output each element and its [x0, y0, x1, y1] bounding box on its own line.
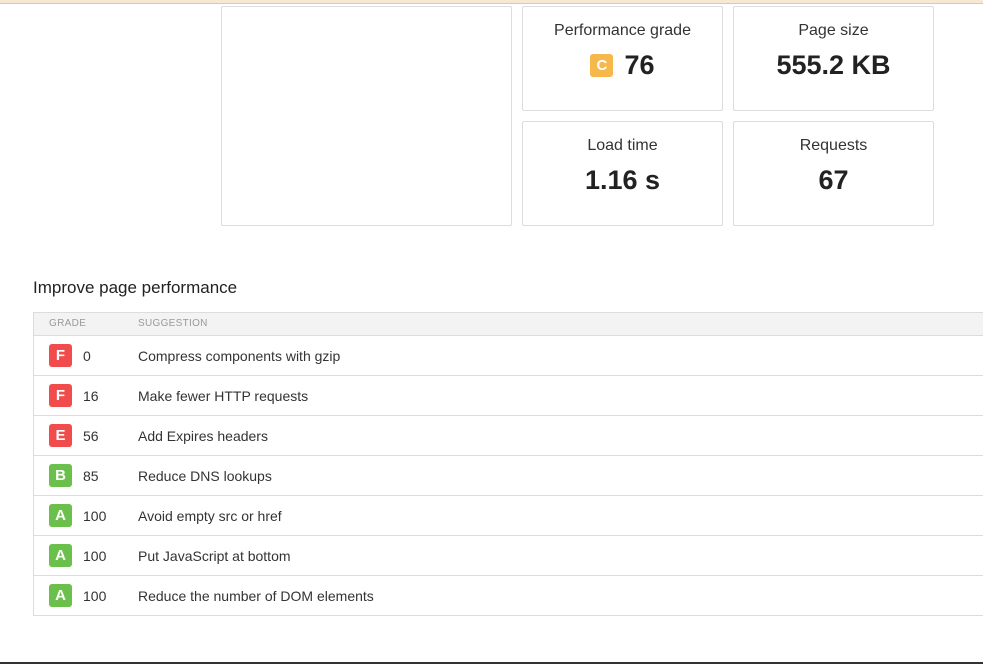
table-row[interactable]: A 100 Reduce the number of DOM elements [34, 576, 983, 615]
page-size-card: Page size 555.2 KB [733, 6, 934, 111]
table-row[interactable]: F 0 Compress components with gzip [34, 336, 983, 376]
load-time-card: Load time 1.16 s [522, 121, 723, 226]
suggestion-text: Reduce the number of DOM elements [138, 588, 374, 604]
suggestion-text: Add Expires headers [138, 428, 268, 444]
top-accent-bar [0, 0, 983, 4]
grade-badge: C [590, 53, 614, 77]
load-time-label: Load time [587, 137, 658, 154]
requests-value: 67 [818, 164, 849, 195]
page: Performance grade C 76 Page size 555.2 K… [0, 0, 983, 664]
suggestion-text: Compress components with gzip [138, 348, 341, 364]
grade-badge: A [49, 504, 72, 527]
performance-grade-value-group: C 76 [523, 48, 722, 82]
load-time-value: 1.16 s [584, 164, 661, 195]
grade-badge: F [49, 384, 72, 407]
grade-score: 100 [83, 588, 107, 604]
column-header-suggestion[interactable]: SUGGESTION [138, 318, 208, 329]
grade-score: 100 [83, 508, 107, 524]
grade-badge: F [49, 344, 72, 367]
grade-badge: B [49, 464, 72, 487]
grade-badge: A [49, 584, 72, 607]
performance-grade-card: Performance grade C 76 [522, 6, 723, 111]
requests-card: Requests 67 [733, 121, 934, 226]
section-title: Improve page performance [33, 278, 238, 297]
table-row[interactable]: F 16 Make fewer HTTP requests [34, 376, 983, 416]
page-screenshot-panel [221, 6, 512, 226]
column-header-grade[interactable]: GRADE [49, 318, 86, 329]
performance-grade-label: Performance grade [554, 22, 691, 39]
suggestion-text: Make fewer HTTP requests [138, 388, 309, 404]
performance-grade-value: 76 [624, 49, 655, 80]
grade-score: 100 [83, 548, 107, 564]
requests-label: Requests [799, 137, 868, 154]
table-body: F 0 Compress components with gzip F 16 Make f… [34, 336, 983, 615]
grade-badge: A [49, 544, 72, 567]
table-row[interactable]: A 100 Put JavaScript at bottom [34, 536, 983, 576]
table-row[interactable]: B 85 Reduce DNS lookups [34, 456, 983, 496]
grade-badge: E [49, 424, 72, 447]
suggestion-text: Avoid empty src or href [138, 508, 282, 524]
suggestion-text: Reduce DNS lookups [138, 468, 272, 484]
grade-score: 0 [83, 348, 91, 364]
suggestion-text: Put JavaScript at bottom [138, 548, 291, 564]
page-size-value: 555.2 KB [776, 49, 891, 80]
grade-score: 16 [83, 388, 99, 404]
table-row[interactable]: E 56 Add Expires headers [34, 416, 983, 456]
table-row[interactable]: A 100 Avoid empty src or href [34, 496, 983, 536]
table-header: GRADE SUGGESTION [34, 313, 983, 336]
grade-score: 85 [83, 468, 99, 484]
grade-score: 56 [83, 428, 99, 444]
page-size-label: Page size [798, 22, 869, 39]
suggestions-table: GRADE SUGGESTION F 0 Compress components w… [33, 312, 983, 616]
